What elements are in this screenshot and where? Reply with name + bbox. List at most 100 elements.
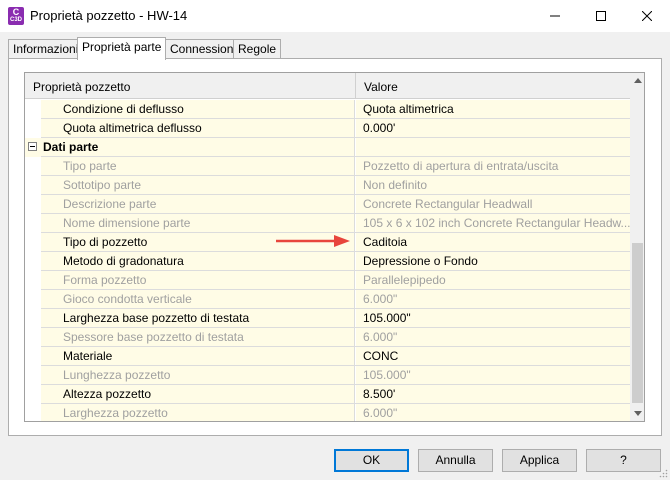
property-row[interactable]: Lunghezza pozzetto 105.000" [25, 366, 630, 385]
maximize-button[interactable] [578, 0, 624, 32]
minimize-icon [550, 15, 560, 17]
app-icon-letter: C [12, 7, 20, 17]
property-value[interactable]: 8.500' [356, 385, 630, 403]
vertical-scrollbar[interactable] [630, 73, 644, 421]
column-header-property[interactable]: Proprietà pozzetto [33, 80, 130, 94]
property-value: Concrete Rectangular Headwall [356, 195, 630, 213]
cancel-button[interactable]: Annulla [418, 449, 493, 472]
property-row[interactable]: Nome dimensione parte 105 x 6 x 102 inch … [25, 214, 630, 233]
property-name: Tipo parte [41, 157, 355, 175]
help-button[interactable]: ? [586, 449, 661, 472]
apply-button[interactable]: Applica [502, 449, 577, 472]
tab-strip: Informazioni Proprietà parte Connessioni… [0, 37, 670, 60]
grid-rows: Condizione di deflusso Quota altimetrica Q… [25, 100, 630, 421]
tab-proprieta-parte[interactable]: Proprietà parte [77, 37, 167, 60]
property-value[interactable]: Depressione o Fondo [356, 252, 630, 270]
row-gutter [25, 404, 41, 421]
property-value[interactable]: 0.000' [356, 119, 630, 137]
property-value: 105.000" [356, 366, 630, 384]
minimize-button[interactable] [532, 0, 578, 32]
category-row[interactable]: Dati parte [25, 138, 630, 157]
tab-informazioni[interactable]: Informazioni [8, 39, 84, 59]
civil3d-app-icon: C C3D [8, 7, 24, 25]
close-icon [642, 11, 652, 21]
property-name: Quota altimetrica deflusso [41, 119, 355, 137]
app-icon-version: C3D [9, 17, 22, 23]
property-value: 105 x 6 x 102 inch Concrete Rectangular … [356, 214, 630, 232]
property-value: 6.000" [356, 328, 630, 346]
row-gutter [25, 157, 41, 176]
property-row[interactable]: Descrizione parte Concrete Rectangular He… [25, 195, 630, 214]
tab-connessioni[interactable]: Connessioni [165, 39, 242, 59]
row-gutter [25, 290, 41, 309]
property-name: Descrizione parte [41, 195, 355, 213]
property-row[interactable]: Spessore base pozzetto di testata 6.000" [25, 328, 630, 347]
property-name: Forma pozzetto [41, 271, 355, 289]
property-row[interactable]: Condizione di deflusso Quota altimetrica [25, 100, 630, 119]
tab-label: Regole [238, 42, 277, 56]
category-value-cell [356, 138, 630, 156]
property-value[interactable]: CONC [356, 347, 630, 365]
scroll-up-icon[interactable] [630, 73, 644, 88]
property-name: Gioco condotta verticale [41, 290, 355, 308]
row-gutter [25, 309, 41, 328]
close-button[interactable] [624, 0, 670, 32]
property-value: Non definito [356, 176, 630, 194]
tab-label: Informazioni [13, 42, 79, 56]
row-gutter [25, 347, 41, 366]
property-row[interactable]: Forma pozzetto Parallelepipedo [25, 271, 630, 290]
tab-label: Connessioni [170, 42, 237, 56]
property-row[interactable]: Sottotipo parte Non definito [25, 176, 630, 195]
window-title: Proprietà pozzetto - HW-14 [30, 8, 188, 23]
row-gutter [25, 214, 41, 233]
scrollbar-thumb[interactable] [632, 243, 643, 403]
property-name: Materiale [41, 347, 355, 365]
property-row[interactable]: Gioco condotta verticale 6.000" [25, 290, 630, 309]
property-value[interactable]: 105.000" [356, 309, 630, 327]
tab-regole[interactable]: Regole [233, 39, 282, 59]
row-gutter [25, 138, 41, 157]
property-name: Metodo di gradonatura [41, 252, 355, 270]
property-name: Condizione di deflusso [41, 100, 355, 118]
scroll-down-icon[interactable] [630, 406, 644, 421]
row-gutter [25, 328, 41, 347]
row-gutter [25, 100, 41, 119]
row-gutter [25, 252, 41, 271]
row-gutter [25, 271, 41, 290]
row-gutter [25, 385, 41, 404]
row-gutter [25, 119, 41, 138]
row-gutter [25, 195, 41, 214]
property-name: Altezza pozzetto [41, 385, 355, 403]
property-row[interactable]: Quota altimetrica deflusso 0.000' [25, 119, 630, 138]
category-label: Dati parte [41, 138, 355, 156]
property-value[interactable]: Caditoia [356, 233, 630, 251]
row-gutter [25, 366, 41, 385]
property-row[interactable]: Metodo di gradonatura Depressione o Fondo [25, 252, 630, 271]
property-value: 6.000" [356, 404, 630, 421]
property-name: Spessore base pozzetto di testata [41, 328, 355, 346]
property-value: Parallelepipedo [356, 271, 630, 289]
property-row[interactable]: Altezza pozzetto 8.500' [25, 385, 630, 404]
property-name: Nome dimensione parte [41, 214, 355, 232]
resize-grip-icon[interactable] [658, 468, 668, 478]
property-name: Sottotipo parte [41, 176, 355, 194]
red-arrow-icon [276, 235, 350, 247]
property-name: Larghezza base pozzetto di testata [41, 309, 355, 327]
tab-label: Proprietà parte [82, 40, 162, 54]
collapse-icon[interactable] [28, 142, 37, 151]
property-row[interactable]: Materiale CONC [25, 347, 630, 366]
column-separator[interactable] [355, 73, 356, 99]
property-row[interactable]: Larghezza pozzetto 6.000" [25, 404, 630, 421]
property-value: 6.000" [356, 290, 630, 308]
property-name: Larghezza pozzetto [41, 404, 355, 421]
title-bar: C C3D Proprietà pozzetto - HW-14 [0, 0, 670, 32]
column-header-value[interactable]: Valore [364, 80, 398, 94]
row-gutter [25, 176, 41, 195]
property-row[interactable]: Tipo parte Pozzetto di apertura di entrat… [25, 157, 630, 176]
property-value: Pozzetto di apertura di entrata/uscita [356, 157, 630, 175]
row-gutter [25, 233, 41, 252]
property-value[interactable]: Quota altimetrica [356, 100, 630, 118]
property-row[interactable]: Larghezza base pozzetto di testata 105.00… [25, 309, 630, 328]
ok-button[interactable]: OK [334, 449, 409, 472]
maximize-icon [596, 11, 606, 21]
